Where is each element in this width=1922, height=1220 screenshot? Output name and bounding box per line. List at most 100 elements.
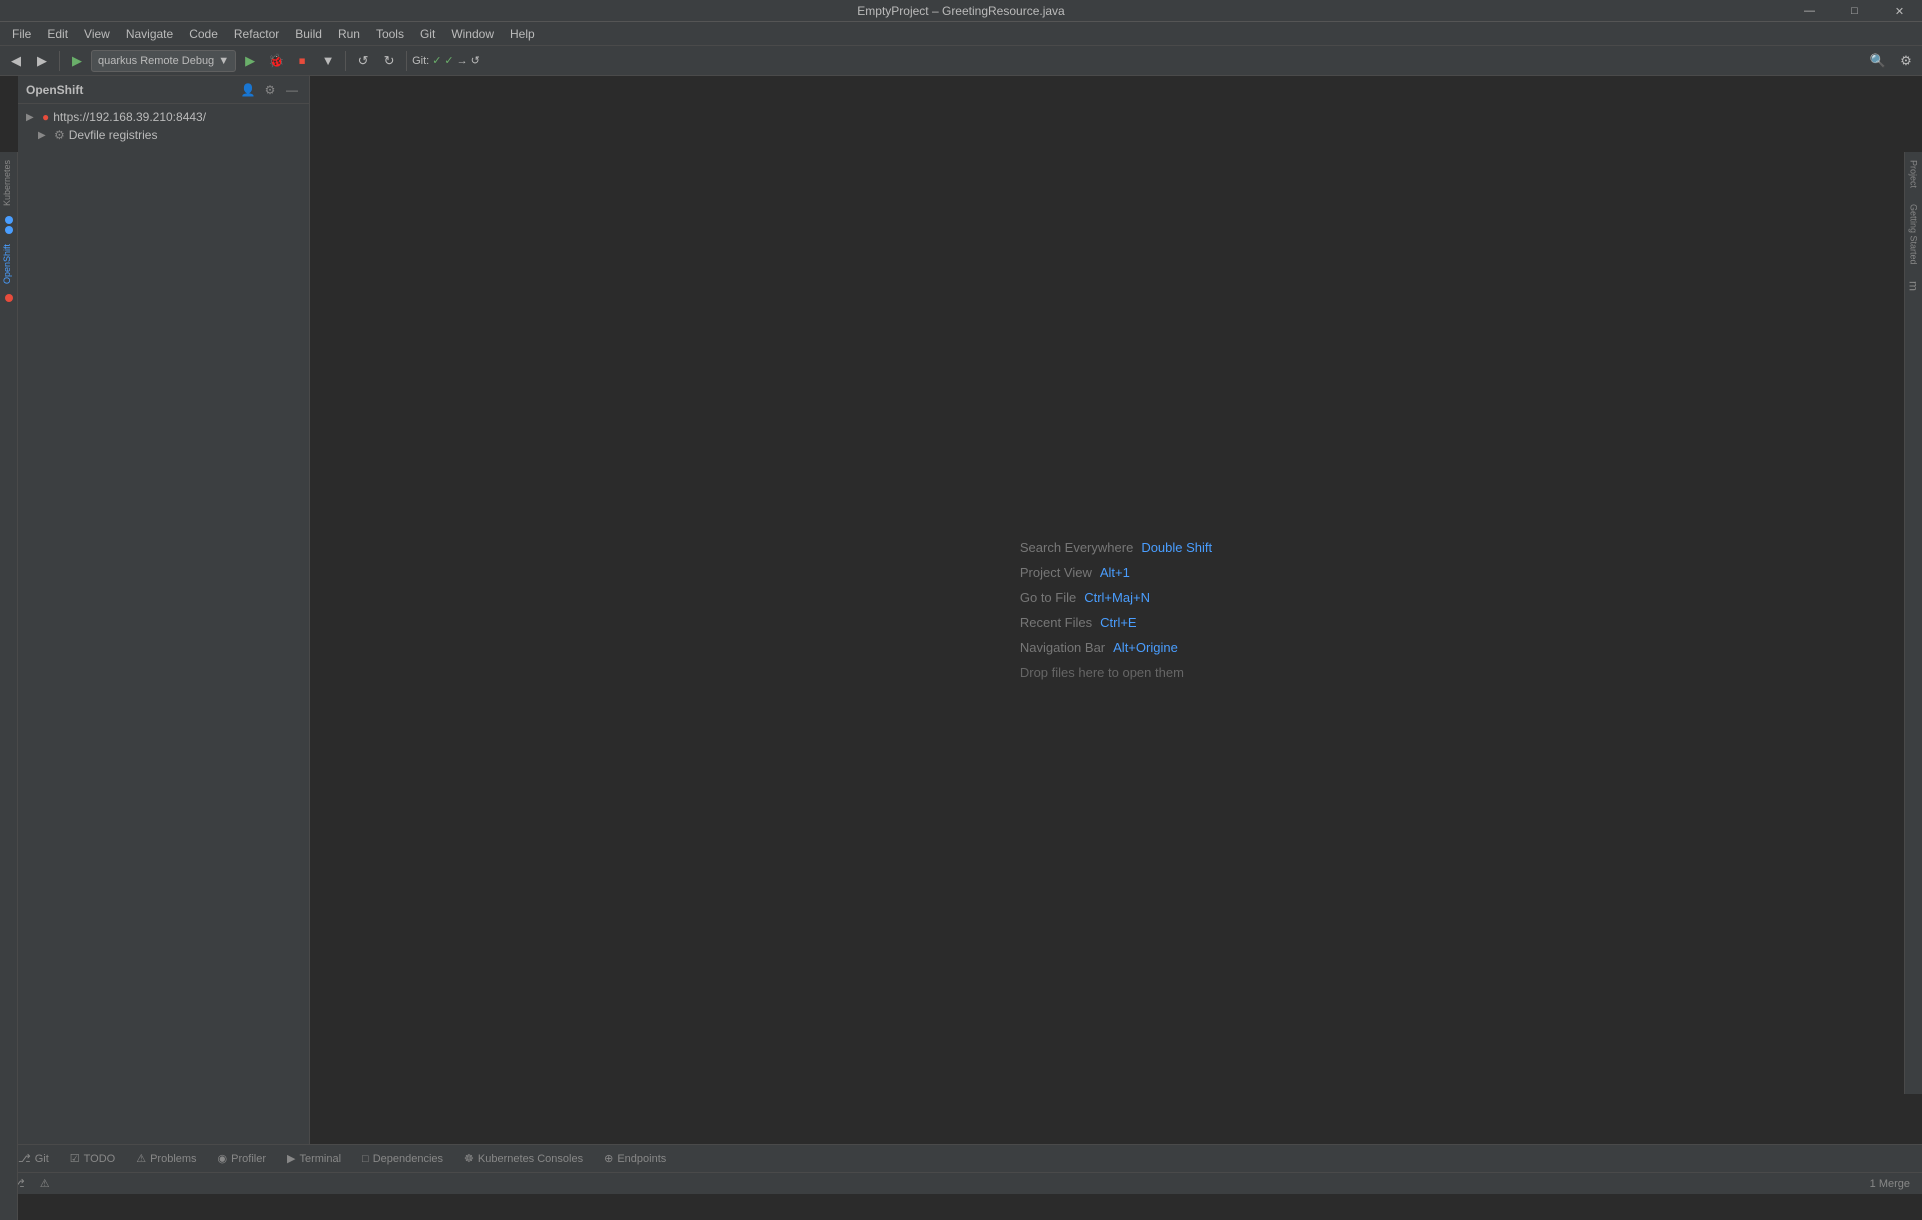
menu-item-help[interactable]: Help	[502, 22, 543, 45]
title-bar: EmptyProject – GreetingResource.java — □…	[0, 0, 1922, 22]
dependencies-tab-icon: □	[362, 1153, 369, 1165]
todo-tab-icon: ☑	[70, 1152, 80, 1165]
tab-terminal[interactable]: ▶ Terminal	[277, 1145, 352, 1172]
tab-todo-label: TODO	[84, 1153, 116, 1165]
git-check2: ✓	[444, 54, 453, 67]
run-config-label: quarkus Remote Debug	[98, 55, 214, 67]
menu-item-navigate[interactable]: Navigate	[118, 22, 181, 45]
right-bar: Project Getting Started m	[1904, 152, 1922, 1094]
sidebar-item-kubernetes[interactable]: Kubernetes	[0, 152, 17, 214]
endpoints-tab-icon: ⊕	[604, 1152, 613, 1165]
toolbar-more-btn[interactable]: ▼	[316, 49, 340, 73]
side-panel: OpenShift 👤 ⚙ — ▶ ● https://192.168.39.2…	[18, 76, 310, 1144]
menu-item-tools[interactable]: Tools	[368, 22, 412, 45]
toolbar-back-btn[interactable]: ◀	[4, 49, 28, 73]
toolbar-sep1	[59, 51, 60, 71]
devfile-label: Devfile registries	[69, 128, 158, 142]
toolbar-undo-btn[interactable]: ↺	[351, 49, 375, 73]
close-button[interactable]: ✕	[1877, 0, 1922, 22]
window-controls: — □ ✕	[1787, 0, 1922, 22]
profiler-tab-icon: ◉	[218, 1152, 228, 1165]
git-label: Git:	[412, 55, 429, 67]
hint-recent-shortcut: Ctrl+E	[1100, 615, 1136, 630]
toolbar-run-btn[interactable]: ▶	[65, 49, 89, 73]
toolbar-stop-btn[interactable]: ⏹	[290, 49, 314, 73]
menu-item-edit[interactable]: Edit	[39, 22, 76, 45]
tab-profiler-label: Profiler	[231, 1153, 266, 1165]
panel-title: OpenShift	[26, 83, 83, 97]
tab-endpoints[interactable]: ⊕ Endpoints	[594, 1145, 677, 1172]
git-revert: ↺	[471, 54, 480, 67]
menu-item-refactor[interactable]: Refactor	[226, 22, 287, 45]
warning-icon: ⚠	[40, 1177, 50, 1190]
minimize-button[interactable]: —	[1787, 0, 1832, 22]
menu-item-code[interactable]: Code	[181, 22, 226, 45]
panel-settings-btn[interactable]: ⚙	[261, 81, 279, 99]
menu-item-view[interactable]: View	[76, 22, 118, 45]
chevron-right-icon: ▶	[26, 112, 38, 123]
maximize-button[interactable]: □	[1832, 0, 1877, 22]
chevron-down-icon: ▼	[218, 55, 229, 67]
devfile-icon: ⚙	[54, 128, 65, 142]
tab-dependencies[interactable]: □ Dependencies	[352, 1145, 454, 1172]
toolbar: ◀ ▶ ▶ quarkus Remote Debug ▼ ▶ 🐞 ⏹ ▼ ↺ ↻…	[0, 46, 1922, 76]
tree-item-devfile[interactable]: ▶ ⚙ Devfile registries	[18, 126, 309, 144]
tab-profiler[interactable]: ◉ Profiler	[208, 1145, 277, 1172]
window-title: EmptyProject – GreetingResource.java	[857, 4, 1064, 18]
toolbar-redo-btn[interactable]: ↻	[377, 49, 401, 73]
left-vertical-bar: Kubernetes OpenShift	[0, 152, 18, 1220]
sidebar-item-openshift[interactable]: OpenShift	[0, 236, 17, 292]
panel-minimize-btn[interactable]: —	[283, 81, 301, 99]
toolbar-play-btn[interactable]: ▶	[238, 49, 262, 73]
toolbar-sep2	[345, 51, 346, 71]
toolbar-search-btn[interactable]: 🔍	[1866, 49, 1890, 73]
tree-item-server[interactable]: ▶ ● https://192.168.39.210:8443/	[18, 108, 309, 126]
panel-actions: 👤 ⚙ —	[239, 81, 301, 99]
status-bar: ⎇ ⚠ 1 Merge	[0, 1172, 1922, 1194]
hint-project-label: Project View	[1020, 565, 1092, 580]
hint-navbar-shortcut: Alt+Origine	[1113, 640, 1178, 655]
hint-project-shortcut: Alt+1	[1100, 565, 1130, 580]
hint-drop: Drop files here to open them	[1020, 665, 1212, 680]
menu-item-file[interactable]: File	[4, 22, 39, 45]
hint-project: Project View Alt+1	[1020, 565, 1212, 580]
tab-git-label: Git	[35, 1153, 49, 1165]
server-icon: ●	[42, 110, 49, 124]
menu-item-git[interactable]: Git	[412, 22, 443, 45]
tab-kubernetes-consoles[interactable]: ☸ Kubernetes Consoles	[454, 1145, 594, 1172]
toolbar-debug-btn[interactable]: 🐞	[264, 49, 288, 73]
toolbar-settings-btn[interactable]: ⚙	[1894, 49, 1918, 73]
run-config-dropdown[interactable]: quarkus Remote Debug ▼	[91, 50, 236, 72]
hint-navbar: Navigation Bar Alt+Origine	[1020, 640, 1212, 655]
indicator-badge-2	[5, 226, 13, 234]
hint-search-shortcut: Double Shift	[1141, 540, 1212, 555]
tree-view: ▶ ● https://192.168.39.210:8443/ ▶ ⚙ Dev…	[18, 104, 309, 1144]
bottom-toolbar: ⎇ Git ☑ TODO ⚠ Problems ◉ Profiler ▶ Ter…	[0, 1144, 1922, 1172]
chevron-right-icon-2: ▶	[38, 130, 50, 141]
status-merge[interactable]: 1 Merge	[1866, 1178, 1914, 1190]
tab-problems[interactable]: ⚠ Problems	[126, 1145, 207, 1172]
tab-problems-label: Problems	[150, 1153, 196, 1165]
welcome-hints: Search Everywhere Double Shift Project V…	[1020, 540, 1212, 680]
server-label: https://192.168.39.210:8443/	[53, 110, 206, 124]
toolbar-forward-btn[interactable]: ▶	[30, 49, 54, 73]
right-bar-getting-started[interactable]: Getting Started	[1908, 200, 1920, 269]
git-tab-icon: ⎇	[18, 1152, 31, 1165]
panel-add-user-btn[interactable]: 👤	[239, 81, 257, 99]
tab-terminal-label: Terminal	[299, 1153, 341, 1165]
tab-todo[interactable]: ☑ TODO	[60, 1145, 126, 1172]
right-bar-project[interactable]: Project	[1908, 156, 1920, 192]
indicator-badge-1	[5, 216, 13, 224]
tab-kubernetes-consoles-label: Kubernetes Consoles	[478, 1153, 583, 1165]
menu-item-build[interactable]: Build	[287, 22, 330, 45]
tab-endpoints-label: Endpoints	[617, 1153, 666, 1165]
toolbar-sep3	[406, 51, 407, 71]
right-bar-maven[interactable]: m	[1906, 277, 1922, 295]
status-warnings[interactable]: ⚠	[36, 1173, 54, 1194]
menu-item-window[interactable]: Window	[443, 22, 502, 45]
hint-goto-label: Go to File	[1020, 590, 1076, 605]
main-layout: Kubernetes OpenShift OpenShift 👤 ⚙ — ▶ ●…	[0, 76, 1922, 1144]
kubernetes-consoles-tab-icon: ☸	[464, 1152, 474, 1165]
menu-item-run[interactable]: Run	[330, 22, 368, 45]
hint-search: Search Everywhere Double Shift	[1020, 540, 1212, 555]
